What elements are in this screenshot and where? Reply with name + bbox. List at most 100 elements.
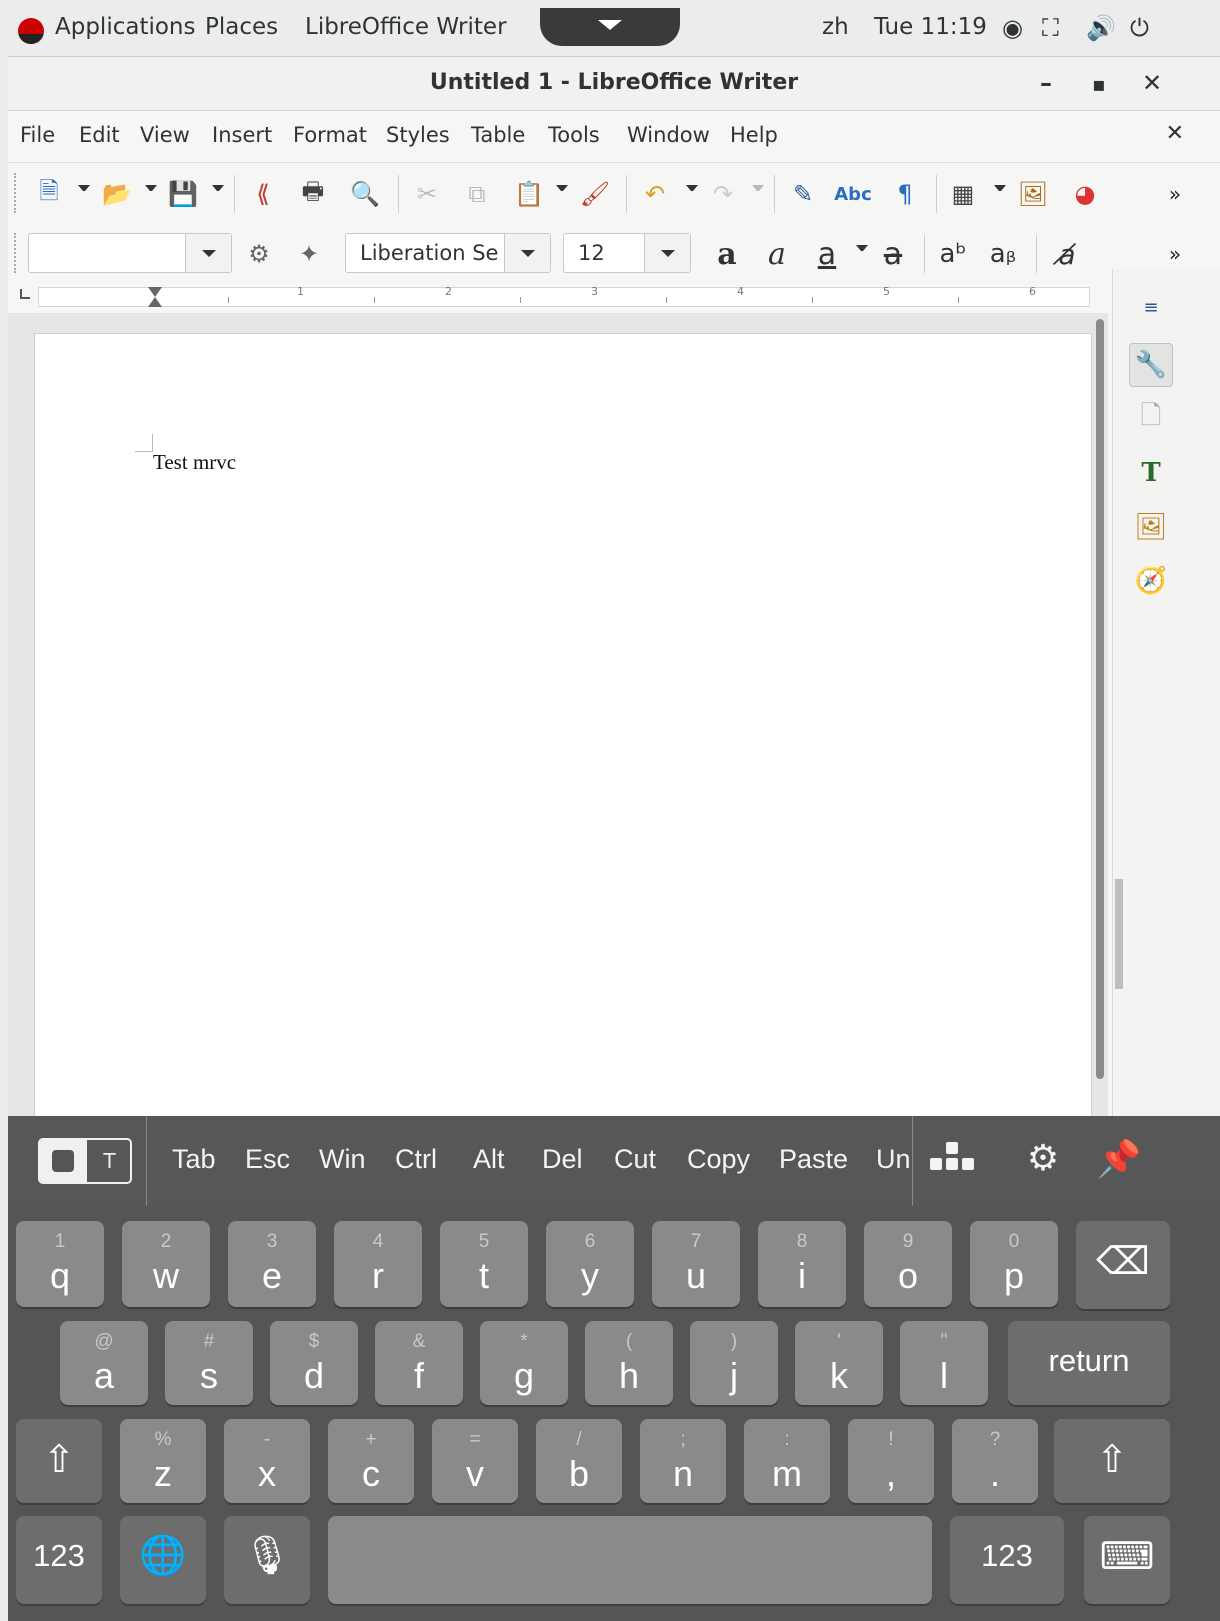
gallery-icon[interactable]: 🖼 (1129, 505, 1173, 549)
key-r3-2[interactable]: + c (328, 1419, 414, 1503)
key-tab[interactable]: Tab (172, 1144, 216, 1175)
numbers-left-key[interactable]: 123 (16, 1516, 102, 1604)
redo-icon[interactable]: ↷ (704, 175, 742, 213)
underline-icon[interactable]: a (808, 235, 846, 273)
document-page[interactable]: Test mrvc (34, 333, 1092, 1123)
key-r1-8[interactable]: 9o (864, 1221, 952, 1307)
navigator-compass-icon[interactable]: 🧭 (1129, 559, 1173, 603)
clone-formatting-icon[interactable]: 🖌 (576, 175, 614, 213)
menu-tools[interactable]: Tools (548, 123, 600, 147)
strikethrough-icon[interactable]: a (874, 235, 912, 273)
sidebar-collapse-handle[interactable] (1115, 879, 1123, 989)
formatting-marks-icon[interactable]: ¶ (886, 175, 924, 213)
menu-help[interactable]: Help (730, 123, 778, 147)
toolbar-overflow-icon[interactable]: » (1156, 235, 1194, 273)
menu-file[interactable]: File (20, 123, 55, 147)
save-icon[interactable]: 💾 (164, 175, 202, 213)
key-r1-2[interactable]: 3e (228, 1221, 316, 1307)
close-window-button[interactable]: ✕ (1142, 69, 1162, 97)
menu-table[interactable]: Table (471, 123, 525, 147)
indent-marker-icon[interactable] (148, 287, 162, 297)
toolbar-overflow-icon[interactable]: » (1156, 175, 1194, 213)
hide-keyboard-key[interactable]: ⌨ (1084, 1516, 1170, 1604)
open-dropdown-icon[interactable] (145, 185, 157, 197)
input-language-indicator[interactable]: zh (822, 14, 849, 40)
export-pdf-icon[interactable]: ⟪ (244, 175, 282, 213)
insert-image-icon[interactable]: 🖼 (1014, 175, 1052, 213)
key-r1-0[interactable]: 1q (16, 1221, 104, 1307)
styles-icon[interactable]: T (1129, 451, 1173, 495)
key-esc[interactable]: Esc (245, 1144, 290, 1175)
key-r3-6[interactable]: :m (744, 1419, 830, 1503)
paste-dropdown-icon[interactable] (556, 185, 568, 197)
properties-wrench-icon[interactable]: 🔧 (1129, 343, 1173, 387)
page-icon[interactable]: 🗋 (1129, 397, 1173, 441)
document-canvas[interactable]: Test mrvc (8, 313, 1108, 1123)
paragraph-style-dropdown-icon[interactable] (185, 234, 231, 272)
table-dropdown-icon[interactable] (994, 185, 1006, 197)
spelling-icon[interactable]: Abc (834, 175, 872, 213)
key-r2-2[interactable]: $ d (270, 1321, 358, 1405)
key-r1-3[interactable]: 4r (334, 1221, 422, 1307)
menu-edit[interactable]: Edit (79, 123, 120, 147)
key-r2-4[interactable]: * g (480, 1321, 568, 1405)
insert-table-icon[interactable]: ▦ (944, 175, 982, 213)
menu-window[interactable]: Window (627, 123, 710, 147)
key-paste[interactable]: Paste (779, 1144, 848, 1175)
subscript-icon[interactable]: aᵦ (984, 235, 1022, 273)
menu-styles[interactable]: Styles (386, 123, 450, 147)
new-document-icon[interactable]: 🗎 (30, 175, 68, 213)
shift-left-key[interactable]: ⇧ (16, 1419, 102, 1503)
network-icon[interactable]: ⛶ (1042, 14, 1059, 42)
key-r3-8[interactable]: ?. (952, 1419, 1038, 1503)
open-folder-icon[interactable]: 📂 (98, 175, 136, 213)
key-r1-4[interactable]: 5t (440, 1221, 528, 1307)
key-copy[interactable]: Copy (687, 1144, 750, 1175)
font-size-combo[interactable]: 12 (563, 233, 691, 273)
menu-format[interactable]: Format (293, 123, 367, 147)
text-mode-label[interactable]: T (87, 1140, 130, 1182)
key-r1-5[interactable]: 6y (546, 1221, 634, 1307)
key-undo[interactable]: Un (876, 1144, 911, 1175)
app-menu[interactable]: LibreOffice Writer (305, 14, 507, 40)
clear-formatting-icon[interactable]: a̸ (1048, 235, 1086, 273)
return-key[interactable]: return (1008, 1321, 1170, 1405)
print-icon[interactable]: 🖶 (294, 175, 332, 213)
volume-icon[interactable]: 🔊 (1086, 14, 1116, 42)
document-text[interactable]: Test mrvc (153, 450, 236, 475)
new-style-icon[interactable]: ✦ (290, 235, 328, 273)
undo-dropdown-icon[interactable] (686, 185, 698, 197)
font-name-combo[interactable]: Liberation Se (345, 233, 551, 273)
menu-view[interactable]: View (140, 123, 190, 147)
clock[interactable]: Tue 11:19 (874, 14, 987, 40)
toolbar-grip[interactable] (14, 233, 18, 273)
cut-icon[interactable]: ✂ (408, 175, 446, 213)
tab-type-icon[interactable] (20, 289, 30, 299)
font-size-dropdown-icon[interactable] (644, 234, 690, 272)
copy-icon[interactable]: ⧉ (458, 175, 496, 213)
scrollbar-thumb[interactable] (1096, 319, 1104, 1079)
underline-dropdown-icon[interactable] (856, 245, 868, 257)
maximize-button[interactable]: ▪ (1092, 72, 1106, 96)
key-r1-7[interactable]: 8i (758, 1221, 846, 1307)
save-dropdown-icon[interactable] (212, 185, 224, 197)
paragraph-style-combo[interactable] (28, 233, 232, 273)
minimize-button[interactable]: – (1040, 69, 1052, 97)
keyboard-pull-down-handle[interactable] (540, 8, 680, 46)
paste-icon[interactable]: 📋 (510, 175, 548, 213)
places-menu[interactable]: Places (205, 14, 278, 40)
key-r3-4[interactable]: / b (536, 1419, 622, 1503)
layout-blocks-icon[interactable] (928, 1138, 978, 1184)
font-name-dropdown-icon[interactable] (504, 234, 550, 272)
key-cut[interactable]: Cut (614, 1144, 656, 1175)
toolbar-grip[interactable] (14, 173, 18, 213)
bold-icon[interactable]: a (708, 235, 746, 273)
italic-icon[interactable]: a (758, 235, 796, 273)
key-r2-6[interactable]: ) j (690, 1321, 778, 1405)
find-replace-icon[interactable]: ✎ (784, 175, 822, 213)
numbers-right-key[interactable]: 123 (950, 1516, 1064, 1604)
pin-icon[interactable]: 📌 (1094, 1138, 1144, 1184)
key-r2-1[interactable]: # s (165, 1321, 253, 1405)
applications-menu[interactable]: Applications (55, 14, 196, 40)
print-preview-icon[interactable]: 🔍 (346, 175, 384, 213)
